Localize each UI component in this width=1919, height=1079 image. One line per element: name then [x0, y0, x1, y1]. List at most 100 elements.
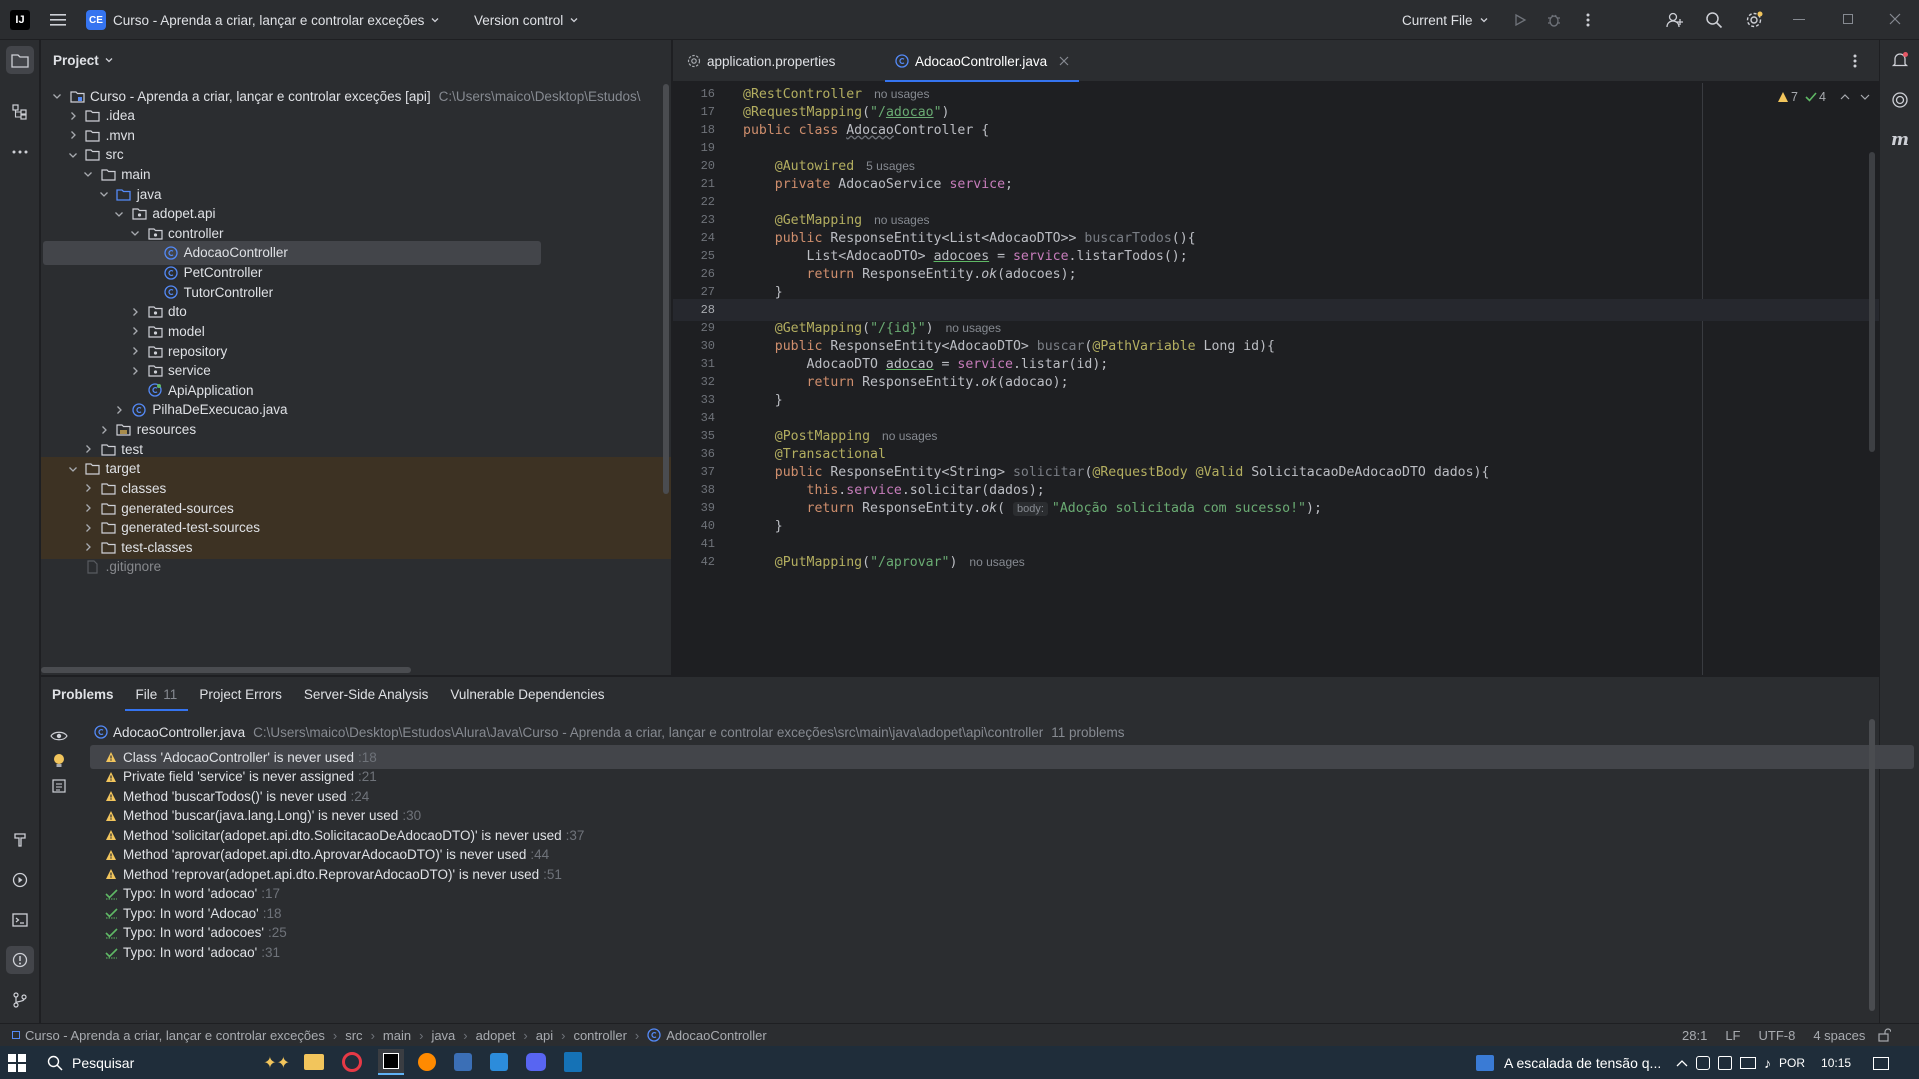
code-area[interactable]: 16 @RestController no usages 17 @RequestMapp…	[673, 83, 1879, 675]
chevron-right-icon[interactable]	[127, 343, 143, 359]
file-explorer-icon[interactable]	[304, 1054, 324, 1070]
notifications-bell-icon[interactable]	[1886, 46, 1914, 74]
breadcrumb-item[interactable]: adopet	[476, 1028, 516, 1043]
app-icon[interactable]	[454, 1053, 472, 1071]
close-window-icon[interactable]	[1889, 13, 1901, 25]
indent-setting[interactable]: 4 spaces	[1813, 1028, 1865, 1043]
unlock-icon[interactable]	[1877, 1028, 1892, 1042]
chevron-right-icon[interactable]	[80, 539, 96, 555]
problems-scrollbar[interactable]	[1869, 719, 1875, 1011]
chevron-down-icon[interactable]	[127, 225, 143, 241]
opera-icon[interactable]	[342, 1052, 362, 1072]
editor-tab-bar: application.properties AdocaoController.…	[673, 40, 1879, 82]
tree-node-label: test	[121, 441, 143, 457]
breadcrumb-item[interactable]: Curso - Aprenda a criar, lançar e contro…	[25, 1028, 325, 1043]
problems-icon[interactable]	[6, 946, 34, 974]
chevron-down-icon[interactable]	[1860, 92, 1870, 102]
chevron-right-icon[interactable]	[127, 363, 143, 379]
tab-application-properties[interactable]: application.properties	[687, 40, 835, 82]
warning-icon	[103, 827, 119, 843]
breadcrumb-item[interactable]: java	[431, 1028, 455, 1043]
line-number: 26	[700, 267, 715, 281]
network-icon[interactable]	[1718, 1056, 1732, 1070]
breadcrumb-item[interactable]: controller	[573, 1028, 626, 1043]
breadcrumb-item[interactable]: AdocaoController	[666, 1028, 766, 1043]
maven-icon[interactable]: m	[1886, 126, 1914, 154]
chevron-right-icon[interactable]	[127, 304, 143, 320]
terminal-icon[interactable]	[6, 906, 34, 934]
notification-center-icon[interactable]	[1873, 1056, 1890, 1070]
chevron-right-icon[interactable]	[127, 323, 143, 339]
more-actions-icon[interactable]	[1574, 6, 1602, 34]
tree-node[interactable]: .gitignore	[41, 555, 671, 579]
chevron-right-icon[interactable]	[65, 108, 81, 124]
properties-gear-icon	[687, 54, 701, 68]
chevron-down-icon[interactable]	[80, 166, 96, 182]
minimize-icon[interactable]	[1793, 19, 1805, 20]
search-icon[interactable]	[1700, 6, 1728, 34]
ai-assistant-icon[interactable]	[1886, 86, 1914, 114]
add-user-icon[interactable]	[1661, 6, 1689, 34]
problem-item[interactable]: Typo: In word 'adocao':31	[90, 941, 1914, 965]
settings-gear-icon[interactable]	[1740, 6, 1768, 34]
line-separator[interactable]: LF	[1725, 1028, 1740, 1043]
tree-horizontal-scrollbar[interactable]	[41, 667, 411, 673]
breadcrumb-item[interactable]: main	[383, 1028, 411, 1043]
chevron-down-icon[interactable]	[65, 147, 81, 163]
chevron-right-icon[interactable]	[96, 422, 112, 438]
chevron-right-icon[interactable]	[111, 402, 127, 418]
main-menu-icon[interactable]	[44, 6, 72, 34]
chevron-down-icon[interactable]	[65, 461, 81, 477]
run-icon[interactable]	[1506, 6, 1534, 34]
build-hammer-icon[interactable]	[6, 826, 34, 854]
vcs-selector[interactable]: Version control	[474, 9, 581, 31]
chevron-right-icon[interactable]	[80, 480, 96, 496]
code-line[interactable]: 42 @PutMapping("/aprovar") no usages	[673, 551, 1879, 573]
taskbar-search[interactable]: Pesquisar ✦✦	[40, 1052, 290, 1074]
debug-icon[interactable]	[1540, 6, 1568, 34]
code-text: @RequestMapping("/adocao")	[743, 104, 950, 120]
app-icon-f[interactable]	[564, 1052, 582, 1072]
caret-position[interactable]: 28:1	[1682, 1028, 1707, 1043]
news-widget[interactable]: A escalada de tensão q...	[1476, 1052, 1661, 1074]
project-panel-header[interactable]: Project	[53, 50, 116, 70]
tray-app-icon[interactable]	[1696, 1056, 1710, 1070]
run-config-selector[interactable]: Current File	[1402, 9, 1491, 31]
project-selector[interactable]: CE Curso - Aprenda a criar, lançar e con…	[86, 9, 442, 31]
close-tab-icon[interactable]	[1059, 56, 1069, 66]
windows-start-icon[interactable]	[8, 1054, 26, 1072]
line-number: 39	[700, 501, 715, 515]
tree-vertical-scrollbar[interactable]	[663, 84, 669, 494]
file-encoding[interactable]: UTF-8	[1758, 1028, 1795, 1043]
vscode-icon[interactable]	[490, 1053, 508, 1071]
chevron-right-icon[interactable]	[80, 500, 96, 516]
chevron-up-icon[interactable]	[1676, 1058, 1688, 1068]
tab-adocaocontroller-java[interactable]: AdocaoController.java	[885, 40, 1080, 82]
breadcrumb-item[interactable]: src	[345, 1028, 362, 1043]
clock[interactable]: 10:15	[1821, 1056, 1851, 1070]
editor-tabs-menu-icon[interactable]	[1853, 53, 1857, 69]
project-folder-icon[interactable]	[6, 46, 34, 74]
inspection-widget[interactable]: 7 4	[1777, 88, 1870, 106]
display-icon[interactable]	[1740, 1057, 1756, 1069]
restore-icon[interactable]	[1843, 14, 1853, 24]
java-class-icon	[131, 402, 147, 418]
browser-icon[interactable]	[418, 1053, 436, 1071]
editor-vertical-scrollbar[interactable]	[1869, 152, 1875, 452]
language-indicator[interactable]: POR	[1779, 1056, 1805, 1070]
chevron-down-icon[interactable]	[96, 186, 112, 202]
services-icon[interactable]	[6, 866, 34, 894]
chevron-down-icon[interactable]	[49, 88, 65, 104]
structure-icon[interactable]	[6, 98, 34, 126]
breadcrumb-item[interactable]: api	[536, 1028, 553, 1043]
intellij-taskbar-icon[interactable]	[378, 1049, 404, 1075]
chevron-right-icon[interactable]	[65, 127, 81, 143]
chevron-right-icon[interactable]	[80, 441, 96, 457]
discord-icon[interactable]	[526, 1053, 546, 1071]
chevron-down-icon[interactable]	[111, 206, 127, 222]
more-tools-icon[interactable]	[6, 138, 34, 166]
chevron-up-icon[interactable]	[1840, 92, 1850, 102]
git-branch-icon[interactable]	[6, 986, 34, 1014]
volume-icon[interactable]: ♪	[1764, 1055, 1771, 1071]
chevron-right-icon[interactable]	[80, 520, 96, 536]
